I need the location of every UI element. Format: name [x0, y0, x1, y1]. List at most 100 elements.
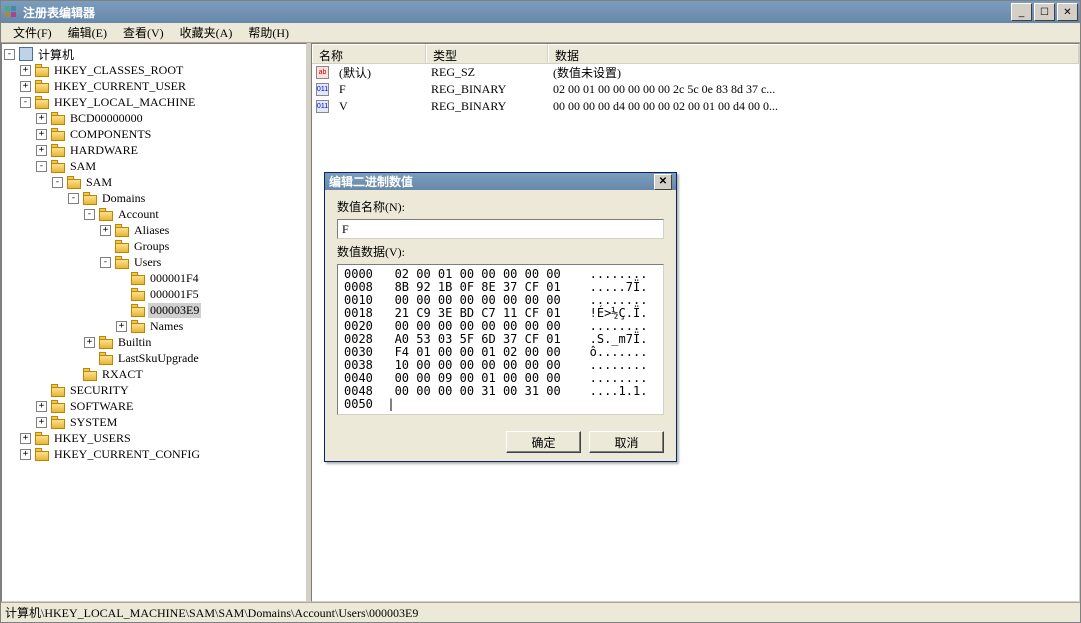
folder-icon: [51, 416, 65, 428]
folder-icon: [115, 256, 129, 268]
folder-icon: [131, 320, 145, 332]
tree-software[interactable]: SOFTWARE: [68, 399, 135, 414]
expander-icon[interactable]: -: [100, 257, 111, 268]
maximize-button[interactable]: ☐: [1034, 3, 1055, 21]
value-name-input[interactable]: [337, 219, 664, 239]
value-name-label: 数值名称(N):: [337, 198, 664, 215]
col-data[interactable]: 数据: [548, 44, 1079, 63]
dialog-title: 编辑二进制数值: [329, 173, 654, 190]
folder-icon: [99, 336, 113, 348]
menu-favorites[interactable]: 收藏夹(A): [172, 22, 241, 43]
computer-icon: [19, 47, 33, 61]
cancel-button[interactable]: 取消: [589, 431, 664, 453]
expander-icon[interactable]: +: [20, 65, 31, 76]
folder-icon: [51, 144, 65, 156]
tree-lastsku[interactable]: LastSkuUpgrade: [116, 351, 201, 366]
expander-icon[interactable]: +: [20, 449, 31, 460]
expander-icon[interactable]: -: [52, 177, 63, 188]
tree-sam[interactable]: SAM: [68, 159, 98, 174]
tree-bcd[interactable]: BCD00000000: [68, 111, 145, 126]
titlebar[interactable]: 注册表编辑器 _ ☐ ✕: [1, 1, 1080, 23]
tree-sam-inner[interactable]: SAM: [84, 175, 114, 190]
folder-icon: [35, 80, 49, 92]
menu-file[interactable]: 文件(F): [5, 22, 60, 43]
tree-builtin[interactable]: Builtin: [116, 335, 153, 350]
status-path: 计算机\HKEY_LOCAL_MACHINE\SAM\SAM\Domains\A…: [5, 604, 418, 621]
col-name[interactable]: 名称: [312, 44, 426, 63]
string-icon: ab: [316, 66, 329, 79]
folder-icon: [51, 112, 65, 124]
tree-root[interactable]: 计算机: [36, 46, 76, 63]
ok-button[interactable]: 确定: [506, 431, 581, 453]
dialog-close-button[interactable]: ✕: [654, 174, 672, 190]
expander-icon[interactable]: +: [116, 321, 127, 332]
list-row-default[interactable]: ab (默认) REG_SZ (数值未设置): [312, 64, 1079, 81]
folder-icon: [51, 384, 65, 396]
menu-view[interactable]: 查看(V): [115, 22, 172, 43]
tree-names[interactable]: Names: [148, 319, 185, 334]
menu-edit[interactable]: 编辑(E): [60, 22, 115, 43]
folder-icon: [99, 352, 113, 364]
close-button[interactable]: ✕: [1057, 3, 1078, 21]
folder-icon: [51, 160, 65, 172]
folder-icon: [131, 272, 145, 284]
binary-icon: 011: [316, 100, 329, 113]
tree-groups[interactable]: Groups: [132, 239, 171, 254]
folder-icon: [83, 368, 97, 380]
tree-components[interactable]: COMPONENTS: [68, 127, 153, 142]
expander-icon[interactable]: +: [36, 417, 47, 428]
folder-icon: [131, 288, 145, 300]
expander-icon[interactable]: +: [36, 113, 47, 124]
tree-system[interactable]: SYSTEM: [68, 415, 119, 430]
list-row-v[interactable]: 011 V REG_BINARY 00 00 00 00 d4 00 00 00…: [312, 98, 1079, 115]
expander-icon[interactable]: -: [4, 49, 15, 60]
folder-icon: [35, 448, 49, 460]
tree-security[interactable]: SECURITY: [68, 383, 131, 398]
menubar: 文件(F) 编辑(E) 查看(V) 收藏夹(A) 帮助(H): [1, 23, 1080, 43]
expander-icon[interactable]: +: [36, 401, 47, 412]
tree-hku[interactable]: HKEY_USERS: [52, 431, 133, 446]
tree-user-1f5[interactable]: 000001F5: [148, 287, 201, 302]
tree-users[interactable]: Users: [132, 255, 163, 270]
folder-icon: [99, 208, 113, 220]
expander-icon[interactable]: +: [84, 337, 95, 348]
binary-icon: 011: [316, 83, 329, 96]
tree-account[interactable]: Account: [116, 207, 161, 222]
folder-icon: [83, 192, 97, 204]
dialog-titlebar[interactable]: 编辑二进制数值 ✕: [325, 173, 676, 190]
expander-icon[interactable]: +: [36, 145, 47, 156]
expander-icon[interactable]: +: [20, 433, 31, 444]
expander-icon[interactable]: -: [36, 161, 47, 172]
tree-hklm[interactable]: HKEY_LOCAL_MACHINE: [52, 95, 197, 110]
window-title: 注册表编辑器: [23, 4, 1011, 21]
expander-icon[interactable]: -: [84, 209, 95, 220]
expander-icon[interactable]: +: [100, 225, 111, 236]
tree-hkcc[interactable]: HKEY_CURRENT_CONFIG: [52, 447, 202, 462]
tree-aliases[interactable]: Aliases: [132, 223, 171, 238]
tree-user-3e9[interactable]: 000003E9: [148, 303, 201, 318]
list-row-f[interactable]: 011 F REG_BINARY 02 00 01 00 00 00 00 00…: [312, 81, 1079, 98]
tree-hkcr[interactable]: HKEY_CLASSES_ROOT: [52, 63, 185, 78]
col-type[interactable]: 类型: [426, 44, 548, 63]
expander-icon[interactable]: -: [68, 193, 79, 204]
tree-domains[interactable]: Domains: [100, 191, 147, 206]
folder-icon: [51, 400, 65, 412]
menu-help[interactable]: 帮助(H): [240, 22, 297, 43]
app-icon: [3, 4, 19, 20]
tree-rxact[interactable]: RXACT: [100, 367, 145, 382]
tree-pane[interactable]: - 计算机 + HKEY_CLASSES_ROOT + HKEY_CURRENT_US…: [1, 43, 307, 602]
folder-icon: [35, 432, 49, 444]
expander-icon[interactable]: +: [36, 129, 47, 140]
folder-icon: [51, 128, 65, 140]
minimize-button[interactable]: _: [1011, 3, 1032, 21]
hex-editor[interactable]: 0000 02 00 01 00 00 00 00 00 ........ 00…: [337, 264, 664, 415]
tree-hkcu[interactable]: HKEY_CURRENT_USER: [52, 79, 188, 94]
expander-icon[interactable]: -: [20, 97, 31, 108]
tree-user-1f4[interactable]: 000001F4: [148, 271, 201, 286]
folder-icon: [115, 224, 129, 236]
folder-icon: [131, 304, 145, 316]
expander-icon[interactable]: +: [20, 81, 31, 92]
folder-icon: [35, 64, 49, 76]
tree-hardware[interactable]: HARDWARE: [68, 143, 140, 158]
folder-icon: [35, 96, 49, 108]
